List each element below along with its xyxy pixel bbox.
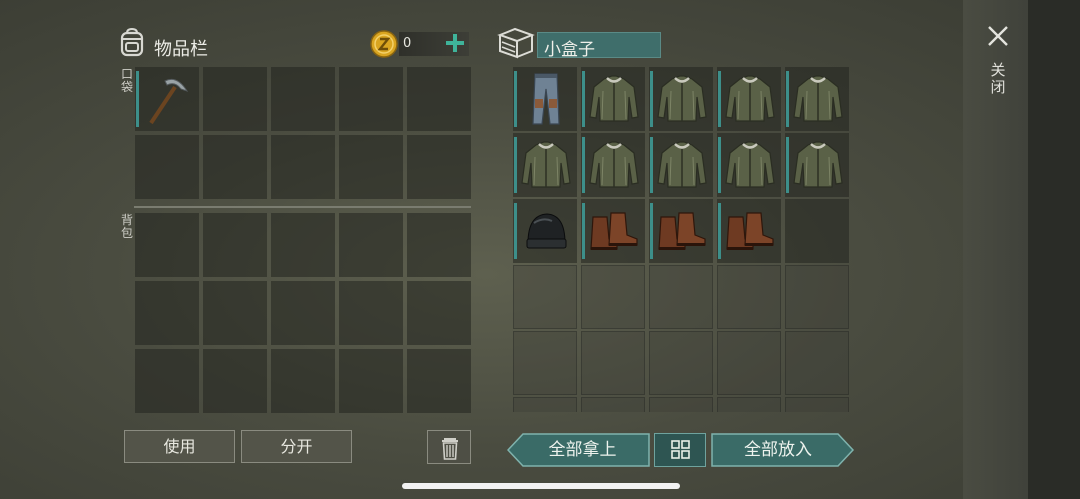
container-slot[interactable] xyxy=(581,397,645,412)
home-indicator xyxy=(402,483,680,489)
container-slot[interactable] xyxy=(649,133,713,197)
jacket-icon xyxy=(725,141,775,188)
item-selected-bar xyxy=(650,71,653,127)
container-slot[interactable] xyxy=(785,199,849,263)
container-slot[interactable] xyxy=(717,397,781,412)
item-selected-bar xyxy=(718,71,721,127)
trash-button[interactable] xyxy=(427,430,471,464)
pants-icon xyxy=(532,73,560,125)
item-selected-bar xyxy=(718,203,721,259)
beanie-icon xyxy=(526,213,567,249)
boots-icon xyxy=(658,212,706,250)
boots-icon xyxy=(590,212,638,250)
container-slot[interactable] xyxy=(785,265,849,329)
container-slot[interactable] xyxy=(581,331,645,395)
item-selected-bar xyxy=(582,137,585,193)
container-slot[interactable] xyxy=(785,133,849,197)
item-selected-bar xyxy=(514,71,517,127)
container-slot[interactable] xyxy=(649,331,713,395)
item-selected-bar xyxy=(514,203,517,259)
item-selected-bar xyxy=(582,203,585,259)
container-slot[interactable] xyxy=(717,265,781,329)
put-all-button[interactable]: 全部放入 xyxy=(711,433,855,467)
item-selected-bar xyxy=(718,137,721,193)
jacket-icon xyxy=(657,75,707,122)
jacket-icon xyxy=(589,75,639,122)
container-slot[interactable] xyxy=(717,331,781,395)
container-slot[interactable] xyxy=(581,199,645,263)
item-selected-bar xyxy=(650,203,653,259)
container-slot[interactable] xyxy=(717,199,781,263)
item-selected-bar xyxy=(650,137,653,193)
container-slot[interactable] xyxy=(513,397,577,412)
jacket-icon xyxy=(793,75,843,122)
use-button[interactable]: 使用 xyxy=(124,430,235,463)
jacket-icon xyxy=(657,141,707,188)
split-button[interactable]: 分开 xyxy=(241,430,352,463)
container-slot[interactable] xyxy=(513,265,577,329)
container-slot[interactable] xyxy=(717,133,781,197)
container-slot[interactable] xyxy=(785,331,849,395)
jacket-icon xyxy=(521,141,571,188)
sort-grid-button[interactable] xyxy=(654,433,706,467)
container-slot[interactable] xyxy=(649,67,713,131)
container-slot[interactable] xyxy=(513,199,577,263)
container-slot[interactable] xyxy=(785,397,849,412)
jacket-icon xyxy=(725,75,775,122)
jacket-icon xyxy=(793,141,843,188)
container-slot[interactable] xyxy=(649,397,713,412)
container-slot[interactable] xyxy=(513,331,577,395)
take-all-label: 全部拿上 xyxy=(548,440,617,460)
trash-icon xyxy=(442,438,458,460)
container-slot[interactable] xyxy=(513,67,577,131)
take-all-button[interactable]: 全部拿上 xyxy=(507,433,650,467)
container-slot[interactable] xyxy=(785,67,849,131)
container-slot[interactable] xyxy=(581,67,645,131)
item-selected-bar xyxy=(786,137,789,193)
container-slot[interactable] xyxy=(581,133,645,197)
container-slot[interactable] xyxy=(649,199,713,263)
grid-icon xyxy=(671,440,690,459)
close-icon[interactable] xyxy=(986,24,1010,48)
container-grid xyxy=(0,0,1080,412)
jacket-icon xyxy=(589,141,639,188)
close-label[interactable]: 关闭 xyxy=(990,62,1006,96)
container-slot[interactable] xyxy=(717,67,781,131)
put-all-label: 全部放入 xyxy=(744,440,812,460)
container-slot[interactable] xyxy=(581,265,645,329)
item-selected-bar xyxy=(582,71,585,127)
item-selected-bar xyxy=(514,137,517,193)
container-slot[interactable] xyxy=(513,133,577,197)
item-selected-bar xyxy=(786,71,789,127)
boots-icon xyxy=(726,212,774,250)
container-slot[interactable] xyxy=(649,265,713,329)
